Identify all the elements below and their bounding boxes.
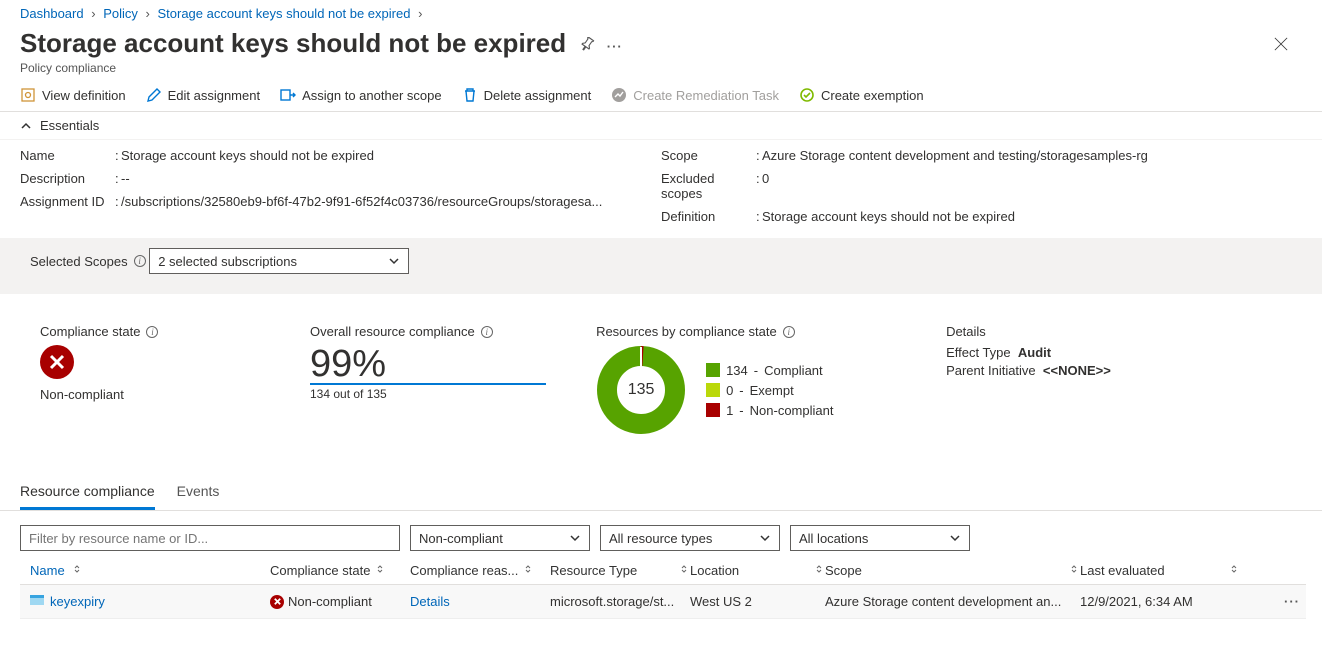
toolbar-label: Edit assignment [168,88,261,103]
view-definition-button[interactable]: View definition [20,87,126,103]
toolbar-label: Delete assignment [484,88,592,103]
field-label: Description [20,171,115,186]
chart-legend: 134 - Compliant 0 - Exempt 1 - Non-compl… [706,358,833,423]
donut-chart: 135 [596,345,686,435]
chevron-down-icon [388,255,400,267]
dropdown-value: 2 selected subscriptions [158,254,297,269]
details-link[interactable]: Details [410,594,450,609]
last-evaluated: 12/9/2021, 6:34 AM [1080,594,1240,609]
filter-locations-dropdown[interactable]: All locations [790,525,970,551]
col-scope[interactable]: Scope [825,563,1080,578]
field-label: Name [20,148,115,163]
page-title: Storage account keys should not be expir… [20,28,566,59]
page-subtitle: Policy compliance [20,61,623,75]
detail-value: Audit [1018,345,1051,360]
command-bar: View definition Edit assignment Assign t… [0,79,1322,112]
assign-scope-button[interactable]: Assign to another scope [280,87,441,103]
scope: Azure Storage content development an... [825,594,1080,609]
field-value: Storage account keys should not be expir… [762,209,1302,224]
col-type[interactable]: Resource Type [550,563,690,578]
selected-scopes-panel: Selected Scopes i 2 selected subscription… [0,238,1322,294]
donut-total: 135 [628,381,655,399]
resource-type: microsoft.storage/st... [550,594,690,609]
field-value: /subscriptions/32580eb9-bf6f-47b2-9f91-6… [121,194,661,209]
field-label: Scope [661,148,756,163]
tab-events[interactable]: Events [177,475,220,510]
field-value: -- [121,171,661,186]
breadcrumb-dashboard[interactable]: Dashboard [20,6,84,21]
toolbar-label: View definition [42,88,126,103]
more-icon[interactable]: ··· [607,39,623,54]
toolbar-label: Assign to another scope [302,88,441,103]
essentials-toggle[interactable]: Essentials [0,112,1322,140]
compliance-count: 134 out of 135 [310,387,546,401]
info-icon[interactable]: i [783,326,795,338]
create-exemption-button[interactable]: Create exemption [799,87,924,103]
toolbar-label: Create exemption [821,88,924,103]
field-label: Excluded scopes [661,171,756,201]
selected-scopes-dropdown[interactable]: 2 selected subscriptions [149,248,409,274]
chevron-right-icon: › [414,6,426,21]
chevron-down-icon [949,532,961,544]
col-eval[interactable]: Last evaluated [1080,563,1240,578]
chevron-down-icon [569,532,581,544]
breadcrumb-current[interactable]: Storage account keys should not be expir… [157,6,410,21]
close-button[interactable] [1274,27,1302,54]
field-value: 0 [762,171,1302,201]
info-icon[interactable]: i [481,326,493,338]
metric-title: Details [946,324,1111,339]
field-label: Definition [661,209,756,224]
detail-value: <<NONE>> [1043,363,1111,378]
tab-resource-compliance[interactable]: Resource compliance [20,475,155,510]
table-header: Name Compliance state Compliance reas...… [20,557,1306,585]
metric-title: Compliance state [40,324,140,339]
compliance-state-value: Non-compliant [40,387,260,402]
col-name[interactable]: Name [20,563,270,578]
field-value: Storage account keys should not be expir… [121,148,661,163]
metric-title: Resources by compliance state [596,324,777,339]
noncompliant-badge-icon [270,595,284,609]
essentials-label: Essentials [40,118,99,133]
breadcrumb: Dashboard › Policy › Storage account key… [0,0,1322,27]
breadcrumb-policy[interactable]: Policy [103,6,138,21]
pin-icon[interactable] [580,37,595,55]
chevron-right-icon: › [87,6,99,21]
detail-label: Effect Type [946,345,1011,360]
table-row[interactable]: keyexpiry Non-compliant Details microsof… [20,585,1306,619]
filter-row: Non-compliant All resource types All loc… [0,511,1322,557]
metrics-section: Compliance state i Non-compliant Overall … [0,294,1322,455]
chevron-right-icon: › [142,6,154,21]
tab-list: Resource compliance Events [0,475,1322,511]
delete-assignment-button[interactable]: Delete assignment [462,87,592,103]
essentials-panel: Name:Storage account keys should not be … [0,140,1322,238]
storage-icon [30,593,44,610]
toolbar-label: Create Remediation Task [633,88,779,103]
field-value: Azure Storage content development and te… [762,148,1302,163]
compliance-percent: 99% [310,345,546,385]
noncompliant-icon [40,345,74,379]
filter-name-input[interactable] [20,525,400,551]
col-location[interactable]: Location [690,563,825,578]
filter-types-dropdown[interactable]: All resource types [600,525,780,551]
edit-assignment-button[interactable]: Edit assignment [146,87,261,103]
col-state[interactable]: Compliance state [270,563,410,578]
selected-scopes-label: Selected Scopes [30,254,128,269]
col-reason[interactable]: Compliance reas... [410,563,550,578]
row-menu-button[interactable]: ··· [1240,594,1306,609]
detail-label: Parent Initiative [946,363,1036,378]
state-text: Non-compliant [288,594,372,609]
chevron-down-icon [759,532,771,544]
metric-title: Overall resource compliance [310,324,475,339]
filter-compliance-dropdown[interactable]: Non-compliant [410,525,590,551]
field-label: Assignment ID [20,194,115,209]
info-icon[interactable]: i [134,255,146,267]
resource-link[interactable]: keyexpiry [50,594,105,609]
results-table: Name Compliance state Compliance reas...… [20,557,1306,619]
chevron-up-icon [20,120,32,132]
create-remediation-button: Create Remediation Task [611,87,779,103]
info-icon[interactable]: i [146,326,158,338]
location: West US 2 [690,594,825,609]
